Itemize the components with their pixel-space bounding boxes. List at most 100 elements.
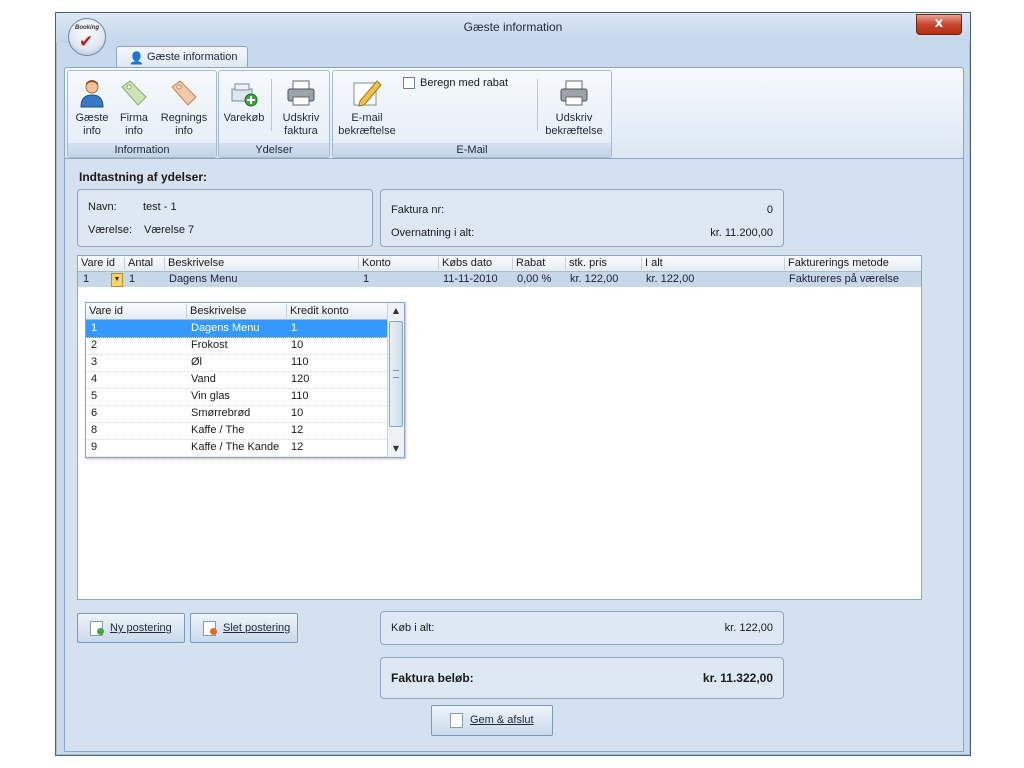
cell-stk-pris[interactable]: kr. 122,00 bbox=[567, 273, 618, 286]
cell-i-alt[interactable]: kr. 122,00 bbox=[643, 273, 694, 286]
dropdown-cell-description: Vand bbox=[191, 373, 216, 385]
printer-icon bbox=[558, 77, 590, 109]
guest-information-window: Gæste information x Booking ✔ 👤 Gæste in… bbox=[55, 12, 971, 756]
item-dropdown-list[interactable]: Vare id Beskrivelse Kredit konto 1 Dagens… bbox=[85, 302, 405, 458]
dropdown-cell-id: 2 bbox=[91, 339, 98, 351]
edit-icon bbox=[351, 77, 383, 109]
ribbon-tabstrip: 👤 Gæste information bbox=[60, 43, 966, 68]
delete-posting-button[interactable]: Slet postering bbox=[190, 613, 298, 643]
save-and-close-button[interactable]: Gem & afslut bbox=[431, 705, 553, 736]
email-confirmation-button[interactable]: E-mail bekræftelse bbox=[337, 77, 397, 138]
cell-konto[interactable]: 1 bbox=[360, 273, 369, 286]
cell-beskrivelse[interactable]: Dagens Menu bbox=[166, 273, 238, 286]
cell-rabat[interactable]: 0,00 % bbox=[514, 273, 551, 286]
tag-icon bbox=[118, 77, 150, 109]
grid-header: Vare id Antal Beskrivelse Konto Købs dat… bbox=[78, 256, 921, 272]
dropdown-cell-account: 120 bbox=[291, 373, 310, 385]
col-stk-pris[interactable]: stk. pris bbox=[565, 257, 641, 270]
list-item[interactable]: 8 Kaffe / The 12 bbox=[86, 422, 387, 440]
dropdown-cell-id: 9 bbox=[91, 441, 98, 453]
checkmark-logo-icon: ✔ bbox=[79, 32, 94, 52]
dropdown-cell-account: 110 bbox=[291, 356, 309, 368]
dropdown-cell-description: Smørrebrød bbox=[191, 407, 251, 419]
cell-fakturerings-metode[interactable]: Faktureres på værelse bbox=[786, 273, 899, 286]
dropdown-cell-account: 10 bbox=[291, 407, 304, 419]
col-rabat[interactable]: Rabat bbox=[512, 257, 562, 270]
dropdown-cell-description: Vin glas bbox=[191, 390, 230, 402]
purchase-button[interactable]: Varekøb bbox=[221, 77, 267, 125]
guest-info-button[interactable]: Gæste info bbox=[72, 77, 112, 138]
dropdown-cell-account: 12 bbox=[291, 441, 304, 453]
col-antal[interactable]: Antal bbox=[124, 257, 164, 270]
invoice-panel: Faktura nr: 0 Overnatning i alt: kr. 11.… bbox=[380, 189, 784, 247]
dropdown-cell-account: 110 bbox=[291, 390, 309, 402]
col-vare-id[interactable]: Vare id bbox=[78, 257, 123, 270]
discount-checkbox-label: Beregn med rabat bbox=[420, 77, 509, 89]
chevron-down-icon[interactable]: ▼ bbox=[111, 273, 123, 287]
col-fakturerings-metode[interactable]: Fakturerings metode bbox=[784, 257, 921, 270]
tab-guest-information[interactable]: 👤 Gæste information bbox=[116, 46, 248, 68]
ribbon: Gæste info Firma info Regnings info Info… bbox=[64, 67, 964, 159]
company-info-label: Firma info bbox=[119, 112, 149, 137]
invoice-amount-panel: Faktura beløb: kr. 11.322,00 bbox=[380, 657, 784, 699]
col-kobs-dato[interactable]: Købs dato bbox=[438, 257, 512, 270]
save-and-close-label: Gem & afslut bbox=[470, 714, 534, 726]
app-menu-button[interactable]: Booking ✔ bbox=[68, 18, 106, 56]
close-button[interactable]: x bbox=[916, 14, 962, 35]
print-invoice-button[interactable]: Udskriv faktura bbox=[277, 77, 325, 138]
company-info-button[interactable]: Firma info bbox=[116, 77, 152, 138]
list-item[interactable]: 3 Øl 110 bbox=[86, 354, 387, 372]
print-confirmation-button[interactable]: Udskriv bekræftelse bbox=[541, 77, 607, 138]
col-konto[interactable]: Konto bbox=[358, 257, 438, 270]
dropdown-cell-id: 4 bbox=[91, 373, 98, 385]
scroll-thumb[interactable] bbox=[389, 321, 403, 427]
dropdown-col-vare-id: Vare id bbox=[89, 305, 124, 317]
add-item-icon bbox=[228, 77, 260, 109]
list-item[interactable]: 9 Kaffe / The Kande 12 bbox=[86, 439, 387, 457]
dropdown-header: Vare id Beskrivelse Kredit konto bbox=[86, 303, 387, 320]
dropdown-cell-description: Kaffe / The bbox=[191, 424, 245, 436]
col-beskrivelse[interactable]: Beskrivelse bbox=[164, 257, 358, 270]
ribbon-group-information: Gæste info Firma info Regnings info Info… bbox=[67, 70, 217, 158]
discount-checkbox[interactable]: Beregn med rabat bbox=[403, 77, 509, 90]
section-title: Indtastning af ydelser: bbox=[79, 170, 208, 184]
dropdown-cell-description: Frokost bbox=[191, 339, 228, 351]
new-posting-label: Ny postering bbox=[110, 622, 172, 634]
purchase-total-panel: Køb i alt: kr. 122,00 bbox=[380, 611, 784, 645]
list-item[interactable]: 1 Dagens Menu 1 bbox=[86, 320, 387, 338]
scroll-down-icon[interactable]: ▼ bbox=[389, 442, 403, 456]
dropdown-cell-id: 3 bbox=[91, 356, 98, 368]
scroll-up-icon[interactable]: ▲ bbox=[389, 304, 403, 318]
cell-antal[interactable]: 1 bbox=[126, 273, 135, 286]
vertical-scrollbar[interactable]: ▲ ▼ bbox=[387, 303, 404, 457]
list-item[interactable]: 4 Vand 120 bbox=[86, 371, 387, 389]
tab-label: Gæste information bbox=[147, 51, 238, 63]
cell-kobs-dato[interactable]: 11-11-2010 bbox=[440, 273, 498, 286]
list-item[interactable]: 5 Vin glas 110 bbox=[86, 388, 387, 406]
purchase-total-label: Køb i alt: bbox=[391, 622, 435, 634]
list-item[interactable]: 6 Smørrebrød 10 bbox=[86, 405, 387, 423]
printer-icon bbox=[285, 77, 317, 109]
tag-icon bbox=[168, 77, 200, 109]
list-item[interactable]: 2 Frokost 10 bbox=[86, 337, 387, 355]
checkbox-box[interactable] bbox=[403, 77, 415, 90]
dropdown-cell-account: 1 bbox=[291, 322, 298, 334]
close-icon: x bbox=[934, 16, 944, 31]
group-label-information: Information bbox=[68, 143, 216, 157]
table-row[interactable]: 1 ▼ 1 Dagens Menu 1 11-11-2010 0,00 % kr… bbox=[78, 272, 921, 287]
guest-panel: Navn: test - 1 Værelse: Værelse 7 bbox=[77, 189, 373, 247]
billing-info-label: Regnings info bbox=[160, 112, 208, 137]
billing-info-button[interactable]: Regnings info bbox=[158, 77, 210, 138]
col-i-alt[interactable]: I alt bbox=[641, 257, 783, 270]
dropdown-cell-id: 1 bbox=[91, 322, 98, 334]
dropdown-cell-description: Dagens Menu bbox=[191, 322, 260, 334]
main-panel: Indtastning af ydelser: Navn: test - 1 V… bbox=[64, 158, 964, 752]
name-value: test - 1 bbox=[143, 201, 177, 213]
ribbon-group-email: E-mail bekræftelse Beregn med rabat Udsk… bbox=[332, 70, 612, 158]
booking-logo-text: Booking bbox=[75, 25, 99, 31]
cell-vare-id[interactable]: 1 bbox=[80, 273, 89, 286]
group-label-email: E-Mail bbox=[333, 143, 611, 157]
new-posting-button[interactable]: Ny postering bbox=[77, 613, 185, 643]
guest-info-label: Gæste info bbox=[75, 112, 109, 137]
person-icon: 👤 bbox=[129, 51, 144, 65]
